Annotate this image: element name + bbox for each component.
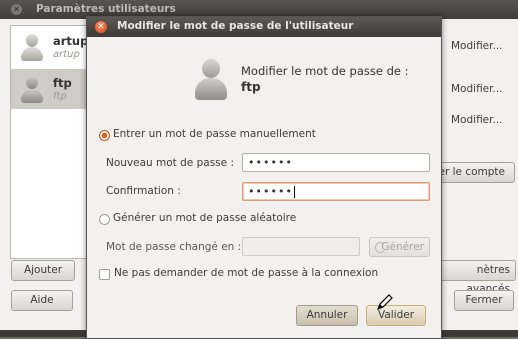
no-password-checkbox[interactable] [99,269,110,280]
changed-to-label: Mot de passe changé en : [106,241,242,253]
activate-account-button[interactable]: ver le compte [430,162,515,183]
text-caret [293,186,295,198]
user-avatar-icon [19,76,45,104]
user-avatar-icon [193,59,229,101]
dialog-title: Modifier le mot de passe de l'utilisateu… [117,20,354,32]
user-list[interactable]: artup artup ftp ftp [10,25,94,259]
generate-label: Générer [381,241,424,253]
dialog-heading: Modifier le mot de passe de : [241,64,409,78]
manual-password-label[interactable]: Entrer un mot de passe manuellement [113,128,316,140]
modify-account-type-link[interactable]: Modifier... [451,40,503,52]
confirmation-field[interactable]: •••••• [242,182,430,201]
user-row-ftp[interactable]: ftp ftp [11,69,93,109]
advanced-settings-button[interactable]: nètres avancés [430,260,516,295]
generate-button: Générer [369,237,430,257]
close-icon[interactable]: ✕ [95,21,107,33]
user-name: ftp [53,76,72,90]
dialog-titlebar[interactable]: ✕ Modifier le mot de passe de l'utilisat… [87,17,441,37]
add-user-button[interactable]: Ajouter [11,260,75,281]
random-password-label[interactable]: Générer un mot de passe aléatoire [113,212,296,224]
confirmation-label: Confirmation : [106,185,181,197]
modify-password-link[interactable]: Modifier... [451,83,503,95]
window-title: Paramètres utilisateurs [36,3,176,15]
modify-autologin-link[interactable]: Modifier... [451,114,503,126]
random-password-radio[interactable] [99,214,110,225]
change-password-dialog: ✕ Modifier le mot de passe de l'utilisat… [86,16,442,339]
confirmation-value: •••••• [248,185,293,198]
refresh-icon [375,242,386,253]
user-name: artup [53,34,89,48]
user-avatar-icon [19,34,45,62]
user-row-artup[interactable]: artup artup [11,27,93,67]
generated-password-field [242,237,360,256]
new-password-label: Nouveau mot de passe : [106,157,234,169]
user-login: ftp [53,91,67,102]
help-button[interactable]: Aide [11,290,73,311]
manual-password-radio[interactable] [99,130,110,141]
pencil-cursor-icon [376,294,393,311]
new-password-field[interactable]: •••••• [242,153,430,172]
user-login: artup [53,49,80,60]
close-window-button[interactable]: Fermer [454,290,514,311]
dialog-username: ftp [241,80,261,94]
window-close-icon[interactable]: ✕ [11,4,22,15]
cancel-button[interactable]: Annuler [296,305,358,326]
no-password-label[interactable]: Ne pas demander de mot de passe à la con… [114,267,378,279]
